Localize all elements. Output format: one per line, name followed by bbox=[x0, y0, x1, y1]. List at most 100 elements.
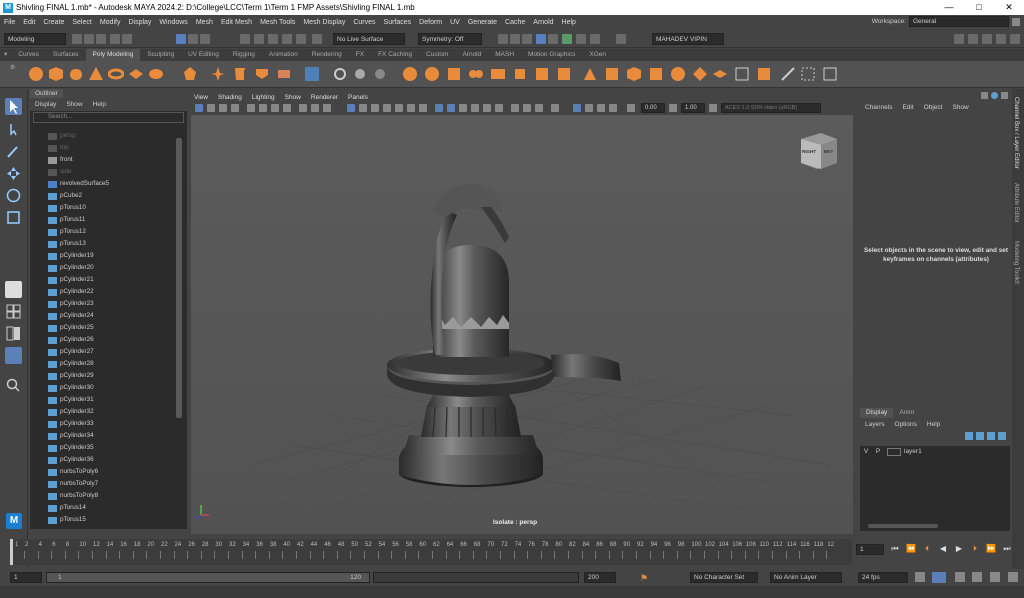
select-by-object-icon[interactable] bbox=[188, 34, 198, 44]
toggle-attribute-editor-icon[interactable] bbox=[968, 34, 978, 44]
snap-view-plane-icon[interactable] bbox=[282, 34, 292, 44]
shelf-tab-poly-modeling[interactable]: Poly Modeling bbox=[85, 49, 141, 61]
poly-torus-icon[interactable] bbox=[108, 66, 124, 82]
outliner-item[interactable]: pCylinder30 bbox=[48, 382, 94, 394]
outliner-item[interactable]: side bbox=[48, 166, 72, 178]
camera-select-icon[interactable] bbox=[195, 104, 203, 112]
outliner-item[interactable]: pCylinder35 bbox=[48, 442, 94, 454]
bevel-icon[interactable] bbox=[446, 66, 462, 82]
planar-uv-icon[interactable] bbox=[780, 66, 796, 82]
layer-row[interactable]: V P layer1 bbox=[860, 446, 1010, 457]
toggle-outliner-icon[interactable] bbox=[1010, 34, 1020, 44]
xray-joints-icon[interactable] bbox=[447, 104, 455, 112]
audio-icon[interactable] bbox=[972, 572, 982, 582]
depth-of-field-icon[interactable] bbox=[511, 104, 519, 112]
symmetry-dropdown[interactable]: Symmetry: Off bbox=[418, 33, 482, 45]
layer-tab-display[interactable]: Display bbox=[860, 408, 894, 418]
move-layer-up-icon[interactable] bbox=[965, 432, 973, 440]
separate-icon[interactable] bbox=[332, 66, 348, 82]
shelf-tab-rendering[interactable]: Rendering bbox=[305, 49, 349, 61]
rotate-tool-icon[interactable] bbox=[5, 187, 22, 204]
outliner-menu-display[interactable]: Display bbox=[30, 101, 61, 108]
bookmarks-icon[interactable] bbox=[219, 104, 227, 112]
outliner-item[interactable]: pCylinder26 bbox=[48, 334, 94, 346]
new-layer-selected-icon[interactable] bbox=[998, 432, 1006, 440]
shelf-tab-motion-graphics[interactable]: Motion Graphics bbox=[521, 49, 582, 61]
poly-plane-icon[interactable] bbox=[128, 66, 144, 82]
viewcube-right-label[interactable]: RIGHT bbox=[802, 149, 816, 154]
loop-icon[interactable] bbox=[915, 572, 925, 582]
shelf-tab-surfaces[interactable]: Surfaces bbox=[46, 49, 86, 61]
menu-uv[interactable]: UV bbox=[446, 19, 464, 26]
shelf-options-icon[interactable]: ⚙ bbox=[10, 64, 15, 84]
animation-end-field[interactable]: 200 bbox=[584, 572, 616, 583]
shelf-tab-xgen[interactable]: XGen bbox=[582, 49, 613, 61]
open-scene-icon[interactable] bbox=[84, 34, 94, 44]
layer-list-scrollbar[interactable] bbox=[868, 524, 938, 528]
undo-icon[interactable] bbox=[110, 34, 120, 44]
type-tool-icon[interactable] bbox=[232, 66, 248, 82]
four-view-layout-icon[interactable] bbox=[5, 303, 22, 320]
shadows-icon[interactable] bbox=[419, 104, 427, 112]
cache-playback-icon[interactable] bbox=[932, 572, 946, 583]
tab-attribute-editor[interactable]: Attribute Editor bbox=[1013, 183, 1019, 223]
poly-cylinder-icon[interactable] bbox=[68, 66, 84, 82]
outliner-item[interactable]: nurbsToPoly6 bbox=[48, 466, 98, 478]
xray-active-icon[interactable] bbox=[459, 104, 467, 112]
viewcube-back-label[interactable]: BKT bbox=[824, 149, 833, 154]
character-set-dropdown[interactable]: No Character Set bbox=[690, 572, 758, 583]
channel-box-menu-edit[interactable]: Edit bbox=[897, 104, 918, 111]
anti-aliasing-icon[interactable] bbox=[495, 104, 503, 112]
outliner-item[interactable]: pTorus14 bbox=[48, 502, 86, 514]
grid-toggle-icon[interactable] bbox=[247, 104, 255, 112]
shelf-tab-uv-editing[interactable]: UV Editing bbox=[181, 49, 226, 61]
connect-icon[interactable] bbox=[712, 66, 728, 82]
save-scene-icon[interactable] bbox=[96, 34, 106, 44]
select-tool-icon[interactable] bbox=[5, 98, 22, 115]
field-chart-icon[interactable] bbox=[299, 104, 307, 112]
sound-icon[interactable] bbox=[955, 572, 965, 582]
step-forward-key-icon[interactable]: ⏩ bbox=[986, 544, 996, 554]
animation-prefs-icon[interactable] bbox=[1008, 572, 1018, 582]
wedge-icon[interactable] bbox=[670, 66, 686, 82]
ipr-render-icon[interactable] bbox=[510, 34, 520, 44]
exposure-icon[interactable] bbox=[627, 104, 635, 112]
channel-box-menu-channels[interactable]: Channels bbox=[860, 104, 897, 111]
menu-display[interactable]: Display bbox=[124, 19, 155, 26]
step-forward-frame-icon[interactable]: ⏵ bbox=[970, 544, 980, 554]
menuset-dropdown[interactable]: Modeling bbox=[4, 33, 66, 45]
close-button[interactable]: ✕ bbox=[994, 0, 1024, 15]
textured-icon[interactable] bbox=[395, 104, 403, 112]
quad-draw-icon[interactable] bbox=[582, 66, 598, 82]
outliner-item[interactable]: pCylinder24 bbox=[48, 310, 94, 322]
reduce-icon[interactable] bbox=[372, 66, 388, 82]
layer-menu-help[interactable]: Help bbox=[922, 421, 945, 428]
outliner-item[interactable]: pCylinder31 bbox=[48, 394, 94, 406]
go-to-end-icon[interactable]: ⏭ bbox=[1002, 544, 1012, 554]
shelf-tab-sculpting[interactable]: Sculpting bbox=[140, 49, 181, 61]
outliner-menu-show[interactable]: Show bbox=[61, 101, 87, 108]
outliner-item[interactable]: pCylinder23 bbox=[48, 298, 94, 310]
circularize-icon[interactable] bbox=[692, 66, 708, 82]
outliner-scrollbar[interactable] bbox=[176, 138, 182, 418]
toggle-channel-box-icon[interactable] bbox=[996, 34, 1006, 44]
snap-grid-icon[interactable] bbox=[240, 34, 250, 44]
sweep-mesh-icon[interactable] bbox=[210, 66, 226, 82]
toggle-modeling-toolkit-icon[interactable] bbox=[954, 34, 964, 44]
select-by-component-icon[interactable] bbox=[200, 34, 210, 44]
detach-icon[interactable] bbox=[734, 66, 750, 82]
channel-box-settings-icon[interactable] bbox=[1001, 92, 1008, 99]
bridge-icon[interactable] bbox=[424, 66, 440, 82]
grease-pencil-icon[interactable] bbox=[585, 104, 593, 112]
outliner-item[interactable]: pCylinder28 bbox=[48, 358, 94, 370]
hud-icon[interactable] bbox=[523, 104, 531, 112]
gamma-icon[interactable] bbox=[669, 104, 677, 112]
redo-icon[interactable] bbox=[122, 34, 132, 44]
key-icon[interactable] bbox=[990, 572, 1000, 582]
play-forwards-icon[interactable]: ▶ bbox=[954, 544, 964, 554]
multi-cut-icon[interactable] bbox=[534, 66, 550, 82]
automatic-uv-icon[interactable] bbox=[800, 66, 816, 82]
poke-face-icon[interactable] bbox=[648, 66, 664, 82]
use-all-lights-icon[interactable] bbox=[407, 104, 415, 112]
maya-home-icon[interactable]: M bbox=[6, 513, 22, 529]
